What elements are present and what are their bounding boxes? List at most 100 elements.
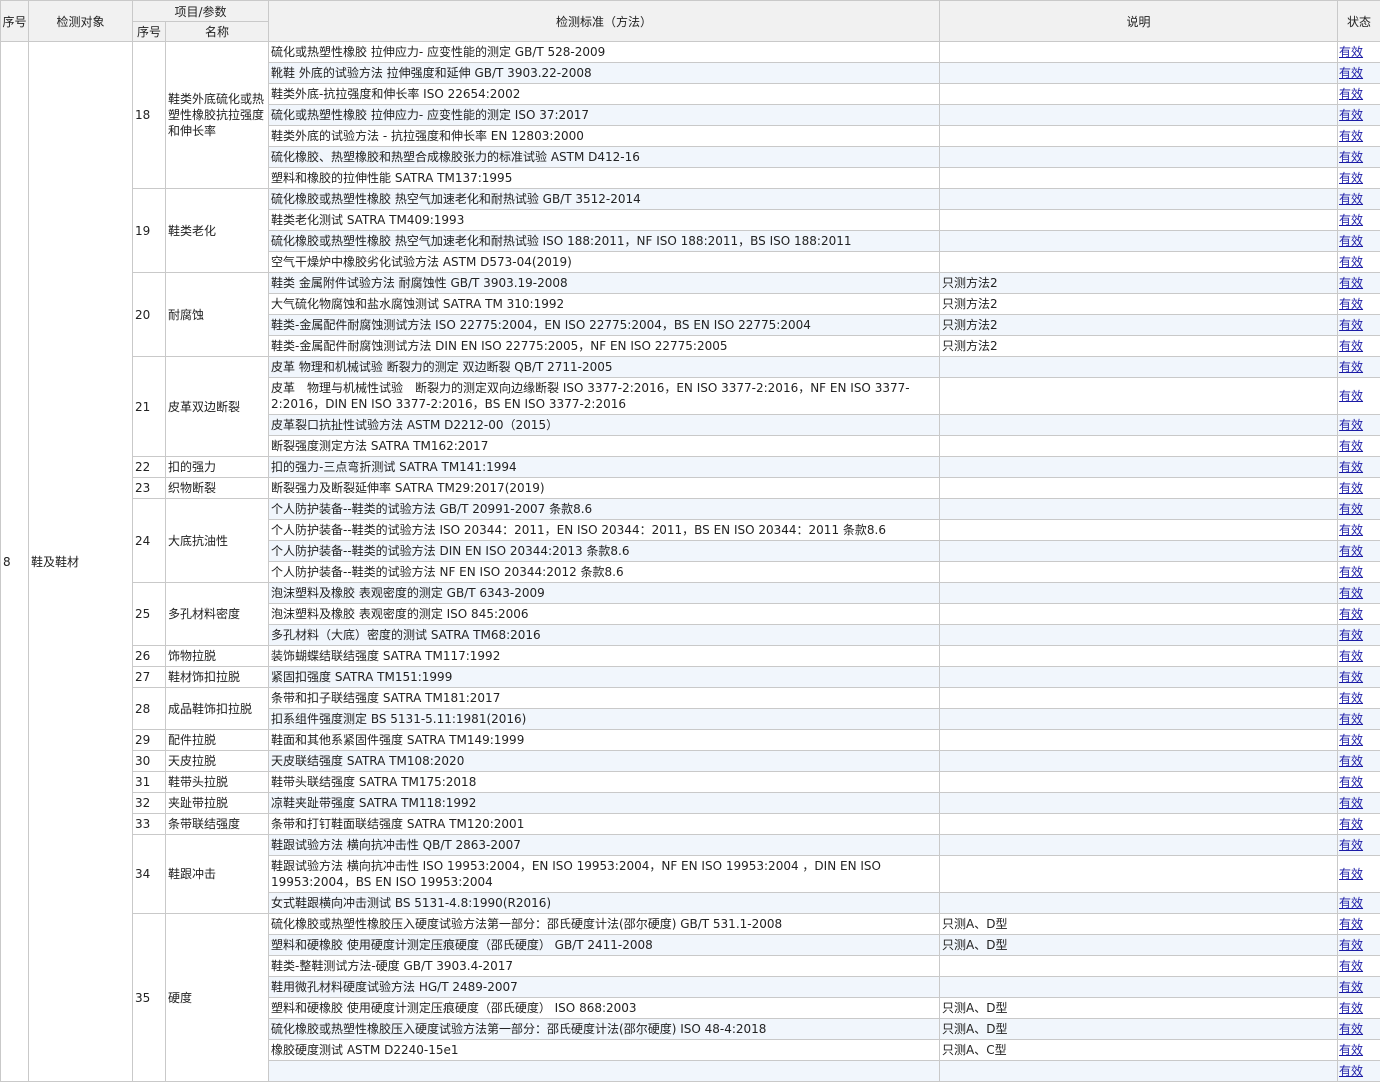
status-cell: 有效 [1338, 935, 1380, 956]
status-cell: 有效 [1338, 646, 1380, 667]
table-row: 20耐腐蚀鞋类 金属附件试验方法 耐腐蚀性 GB/T 3903.19-2008只… [1, 273, 1380, 294]
status-link[interactable]: 有效 [1339, 192, 1363, 206]
status-link[interactable]: 有效 [1339, 360, 1363, 374]
status-link[interactable]: 有效 [1339, 318, 1363, 332]
note-cell [940, 625, 1338, 646]
status-link[interactable]: 有效 [1339, 896, 1363, 910]
note-cell [940, 977, 1338, 998]
status-link[interactable]: 有效 [1339, 1043, 1363, 1057]
status-link[interactable]: 有效 [1339, 980, 1363, 994]
note-cell: 只测方法2 [940, 315, 1338, 336]
standard-cell: 皮革 物理和机械试验 断裂力的测定 双边断裂 QB/T 2711-2005 [269, 357, 940, 378]
standard-cell: 扣系组件强度测定 BS 5131-5.11:1981(2016) [269, 709, 940, 730]
status-cell: 有效 [1338, 730, 1380, 751]
note-cell: 只测方法2 [940, 294, 1338, 315]
status-link[interactable]: 有效 [1339, 389, 1363, 403]
status-link[interactable]: 有效 [1339, 1064, 1363, 1078]
status-link[interactable]: 有效 [1339, 628, 1363, 642]
status-cell: 有效 [1338, 688, 1380, 709]
note-cell [940, 168, 1338, 189]
project-seq: 22 [133, 457, 166, 478]
status-link[interactable]: 有效 [1339, 670, 1363, 684]
table-row: 29配件拉脱鞋面和其他系紧固件强度 SATRA TM149:1999有效 [1, 730, 1380, 751]
status-cell: 有效 [1338, 814, 1380, 835]
project-seq: 31 [133, 772, 166, 793]
status-link[interactable]: 有效 [1339, 959, 1363, 973]
status-link[interactable]: 有效 [1339, 481, 1363, 495]
header-sub-name: 名称 [166, 22, 269, 42]
status-link[interactable]: 有效 [1339, 45, 1363, 59]
standard-cell: 空气干燥炉中橡胶劣化试验方法 ASTM D573-04(2019) [269, 252, 940, 273]
note-cell [940, 147, 1338, 168]
status-link[interactable]: 有效 [1339, 838, 1363, 852]
status-link[interactable]: 有效 [1339, 87, 1363, 101]
status-link[interactable]: 有效 [1339, 339, 1363, 353]
note-cell [940, 457, 1338, 478]
status-link[interactable]: 有效 [1339, 754, 1363, 768]
project-seq: 29 [133, 730, 166, 751]
status-cell: 有效 [1338, 231, 1380, 252]
project-seq: 19 [133, 189, 166, 273]
note-cell [940, 956, 1338, 977]
status-link[interactable]: 有效 [1339, 523, 1363, 537]
status-link[interactable]: 有效 [1339, 544, 1363, 558]
status-link[interactable]: 有效 [1339, 649, 1363, 663]
status-link[interactable]: 有效 [1339, 255, 1363, 269]
status-cell: 有效 [1338, 147, 1380, 168]
status-link[interactable]: 有效 [1339, 108, 1363, 122]
status-link[interactable]: 有效 [1339, 66, 1363, 80]
note-cell: 只测A、D型 [940, 998, 1338, 1019]
project-seq: 30 [133, 751, 166, 772]
status-link[interactable]: 有效 [1339, 691, 1363, 705]
standard-cell: 鞋跟试验方法 横向抗冲击性 QB/T 2863-2007 [269, 835, 940, 856]
status-link[interactable]: 有效 [1339, 775, 1363, 789]
status-link[interactable]: 有效 [1339, 129, 1363, 143]
note-cell [940, 893, 1338, 914]
status-link[interactable]: 有效 [1339, 439, 1363, 453]
status-link[interactable]: 有效 [1339, 234, 1363, 248]
status-cell: 有效 [1338, 315, 1380, 336]
status-link[interactable]: 有效 [1339, 1022, 1363, 1036]
status-cell: 有效 [1338, 436, 1380, 457]
note-cell: 只测A、D型 [940, 914, 1338, 935]
header-project: 项目/参数 [133, 1, 269, 22]
status-link[interactable]: 有效 [1339, 150, 1363, 164]
note-cell [940, 478, 1338, 499]
status-link[interactable]: 有效 [1339, 938, 1363, 952]
note-cell [940, 252, 1338, 273]
status-link[interactable]: 有效 [1339, 297, 1363, 311]
status-link[interactable]: 有效 [1339, 607, 1363, 621]
note-cell [940, 63, 1338, 84]
standard-cell: 鞋类 金属附件试验方法 耐腐蚀性 GB/T 3903.19-2008 [269, 273, 940, 294]
standard-cell: 硫化橡胶或热塑性橡胶压入硬度试验方法第一部分：邵氏硬度计法(邵尔硬度) ISO … [269, 1019, 940, 1040]
status-cell: 有效 [1338, 478, 1380, 499]
standard-cell: 条带和扣子联结强度 SATRA TM181:2017 [269, 688, 940, 709]
header-status: 状态 [1338, 1, 1380, 42]
status-link[interactable]: 有效 [1339, 1001, 1363, 1015]
status-link[interactable]: 有效 [1339, 213, 1363, 227]
status-link[interactable]: 有效 [1339, 586, 1363, 600]
status-link[interactable]: 有效 [1339, 817, 1363, 831]
status-link[interactable]: 有效 [1339, 276, 1363, 290]
status-link[interactable]: 有效 [1339, 460, 1363, 474]
note-cell [940, 604, 1338, 625]
status-cell: 有效 [1338, 956, 1380, 977]
table-row: 32夹趾带拉脱凉鞋夹趾带强度 SATRA TM118:1992有效 [1, 793, 1380, 814]
status-link[interactable]: 有效 [1339, 733, 1363, 747]
status-link[interactable]: 有效 [1339, 917, 1363, 931]
status-cell: 有效 [1338, 772, 1380, 793]
status-link[interactable]: 有效 [1339, 796, 1363, 810]
project-seq: 20 [133, 273, 166, 357]
status-link[interactable]: 有效 [1339, 171, 1363, 185]
status-link[interactable]: 有效 [1339, 712, 1363, 726]
status-link[interactable]: 有效 [1339, 502, 1363, 516]
status-cell: 有效 [1338, 42, 1380, 63]
standard-cell: 硫化橡胶或热塑性橡胶 热空气加速老化和耐热试验 ISO 188:2011，NF … [269, 231, 940, 252]
status-link[interactable]: 有效 [1339, 867, 1363, 881]
standard-cell: 扣的强力-三点弯折测试 SATRA TM141:1994 [269, 457, 940, 478]
status-cell: 有效 [1338, 210, 1380, 231]
project-seq: 25 [133, 583, 166, 646]
status-link[interactable]: 有效 [1339, 418, 1363, 432]
status-link[interactable]: 有效 [1339, 565, 1363, 579]
header-note: 说明 [940, 1, 1338, 42]
